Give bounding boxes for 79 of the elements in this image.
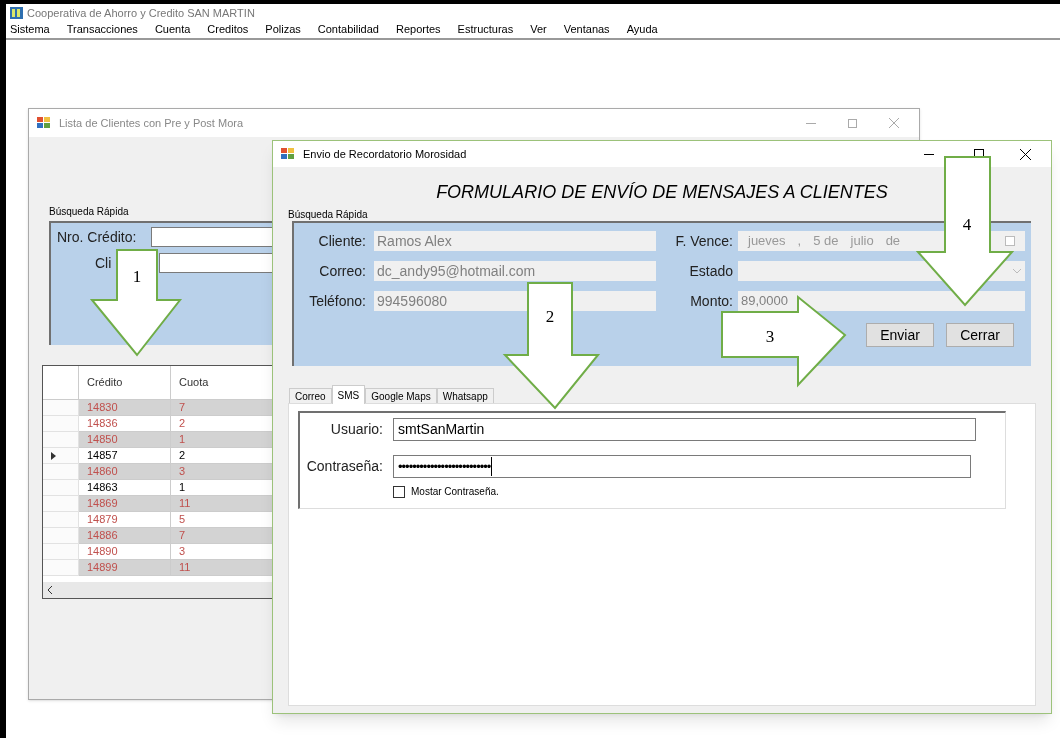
calendar-icon[interactable] [1005,236,1015,246]
input-field[interactable]: smtSanMartin [393,418,976,441]
table-cell: 14860 [79,464,171,480]
window-title: Envio de Recordatorio Morosidad [303,146,467,162]
app-logo-icon [10,7,23,19]
window-icon [37,117,51,129]
date-part: , [797,232,802,251]
current-row-icon [51,451,56,460]
table-cell: 14899 [79,560,171,576]
date-part: de [885,232,901,251]
table-cell: 14863 [79,480,171,496]
window-title: Lista de Clientes con Pre y Post Mora [59,115,244,131]
action-button[interactable]: Cerrar [946,323,1014,347]
tab[interactable]: SMS [331,385,366,404]
table-cell: 14857 [79,448,171,464]
window-icon [281,148,295,160]
app-title: Cooperativa de Ahorro y Credito SAN MARTIN [27,5,255,21]
date-part: julio [850,232,874,251]
tab[interactable]: Correo [289,388,332,404]
menu-item[interactable]: Estructuras [455,20,516,38]
column-header[interactable]: Crédito [79,366,171,399]
field-label: Monto: [689,291,734,311]
chevron-down-icon [1013,268,1021,274]
table-cell: 14850 [79,432,171,448]
field-label: Correo: [318,261,367,281]
input-field[interactable]: Ramos Alex [374,231,656,251]
group-label: Búsqueda Rápida [288,208,368,222]
field-label: Teléfono: [308,291,367,311]
table-cell: 14886 [79,528,171,544]
table-cell: 14836 [79,416,171,432]
callout-number: 4 [962,215,972,234]
scroll-left-icon[interactable] [47,586,53,594]
form-heading: FORMULARIO DE ENVÍO DE MENSAJES A CLIENTES [435,181,889,204]
table-cell: 14869 [79,496,171,512]
row-header-cell[interactable] [43,432,79,448]
row-header-cell[interactable] [43,560,79,576]
menu-item[interactable]: Creditos [205,20,251,38]
field-label: Estado [688,261,734,281]
menu-item[interactable]: Reportes [393,20,443,38]
tab[interactable]: Google Maps [365,388,437,404]
row-header-cell[interactable] [43,496,79,512]
menu-item[interactable]: Sistema [8,20,52,38]
table-cell: 14830 [79,400,171,416]
action-button[interactable]: Enviar [866,323,934,347]
date-part: 5 de [813,232,839,251]
row-header-cell[interactable] [43,400,79,416]
row-header-cell[interactable] [43,480,79,496]
row-header-cell[interactable] [43,528,79,544]
field-label: F. Vence: [674,231,734,251]
input-field[interactable]: dc_andy95@hotmail.com [374,261,656,281]
field-label: Nro. Crédito: [57,229,137,245]
password-field[interactable]: •••••••••••••••••••••••••• [393,455,971,478]
date-part: jueves [748,232,786,251]
table-cell: 14879 [79,512,171,528]
menu-item[interactable]: Transacciones [64,20,140,38]
menu-item[interactable]: Contabilidad [315,20,381,38]
row-header-cell[interactable] [43,512,79,528]
row-header-cell[interactable] [43,416,79,432]
menu-item[interactable]: Cuenta [152,20,193,38]
field-label: Usuario: [329,420,384,439]
input-field[interactable]: 89,0000 [738,291,1025,311]
menu-item[interactable]: Ver [528,20,549,38]
menu-item[interactable]: Ayuda [624,20,660,38]
field-label: Contraseña: [305,457,384,476]
menu-item[interactable]: Polizas [263,20,303,38]
row-header-cell[interactable] [43,544,79,560]
table-cell: 14890 [79,544,171,560]
menu-item[interactable]: Ventanas [561,20,612,38]
row-header-cell[interactable] [43,464,79,480]
group-label: Búsqueda Rápida [49,205,129,219]
row-header-cell[interactable] [43,448,79,464]
field-label: Cliente: [317,231,367,251]
checkbox-label: Mostar Contraseña. [411,485,499,499]
tab[interactable]: Whatsapp [436,388,494,404]
minimize-icon[interactable] [924,153,934,155]
close-icon[interactable] [1020,148,1031,160]
field-label: Cli [95,255,112,271]
callout-number: 1 [132,267,142,286]
callout-number: 3 [765,327,775,346]
